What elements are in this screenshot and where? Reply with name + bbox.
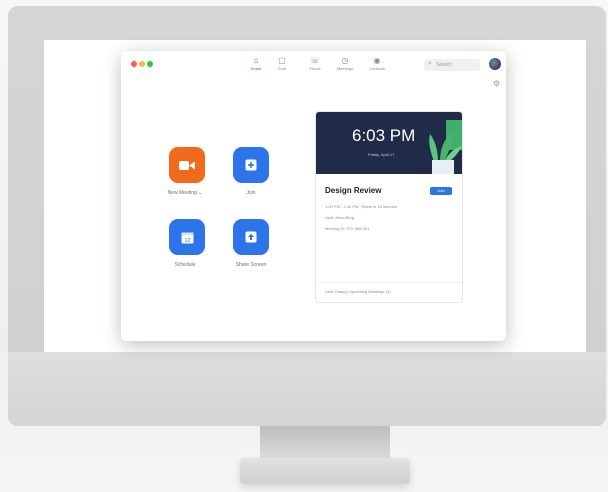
plus-icon (245, 159, 257, 171)
clock-banner: 6:03 PM Friday, April 17 (316, 112, 462, 174)
share-screen-label: Share Screen (235, 262, 267, 268)
share-screen-button[interactable] (233, 219, 269, 255)
monitor-stand-neck (260, 426, 390, 460)
close-window-button[interactable] (131, 61, 137, 67)
search-placeholder: Search (436, 62, 452, 68)
new-meeting-label: New Meeting ⌄ (167, 190, 203, 196)
gear-icon[interactable]: ⚙ (493, 79, 500, 88)
current-date: Friday, April 17 (368, 152, 395, 157)
clock-icon: ◷ (341, 56, 349, 65)
maximize-window-button[interactable] (147, 61, 153, 67)
join-label: Join (246, 190, 256, 196)
avatar[interactable] (489, 58, 501, 70)
meeting-time-range: 1:00 PM - 2:30 PM | Starts in 15 minutes (325, 204, 397, 209)
zoom-app-window: ⌂ Home ▢ Chat ☏ Phone ◷ Meetings ◉ Conta… (121, 51, 506, 341)
meeting-host: Host: Anna Berg (325, 215, 355, 220)
phone-icon: ☏ (309, 56, 320, 65)
title-bar: ⌂ Home ▢ Chat ☏ Phone ◷ Meetings ◉ Conta… (121, 51, 506, 77)
new-meeting-button[interactable] (169, 147, 205, 183)
monitor-stand-base (240, 458, 410, 484)
card-divider (316, 282, 462, 283)
current-time: 6:03 PM (352, 126, 416, 145)
schedule-label: Schedule (174, 262, 196, 268)
tab-chat[interactable]: ▢ Chat (265, 56, 299, 76)
tab-contacts[interactable]: ◉ Contacts (360, 56, 394, 76)
monitor-chin (8, 352, 606, 426)
meeting-title: Design Review (325, 186, 382, 195)
video-camera-icon (179, 160, 195, 170)
share-screen-icon (245, 231, 257, 243)
minimize-window-button[interactable] (139, 61, 145, 67)
upcoming-meeting-card: 6:03 PM Friday, April 17 Design Review J… (315, 111, 463, 303)
calendar-icon: 12 (181, 232, 193, 244)
chat-icon: ▢ (278, 56, 286, 65)
view-upcoming-meetings-link[interactable]: View Today's Upcoming Meetings (3) (325, 289, 391, 294)
calendar-day: 12 (184, 238, 190, 244)
plant-illustration (429, 120, 462, 174)
schedule-button[interactable]: 12 (169, 219, 205, 255)
search-icon: ⌕ (428, 60, 432, 67)
tab-meetings[interactable]: ◷ Meetings (328, 56, 362, 76)
join-meeting-button[interactable]: Join (430, 187, 452, 195)
meeting-id: Meeting ID: 572-589-001 (325, 226, 370, 231)
tab-phone[interactable]: ☏ Phone (298, 56, 332, 76)
contacts-icon: ◉ (373, 56, 381, 65)
join-button[interactable] (233, 147, 269, 183)
search-input[interactable]: ⌕ Search (424, 59, 480, 71)
